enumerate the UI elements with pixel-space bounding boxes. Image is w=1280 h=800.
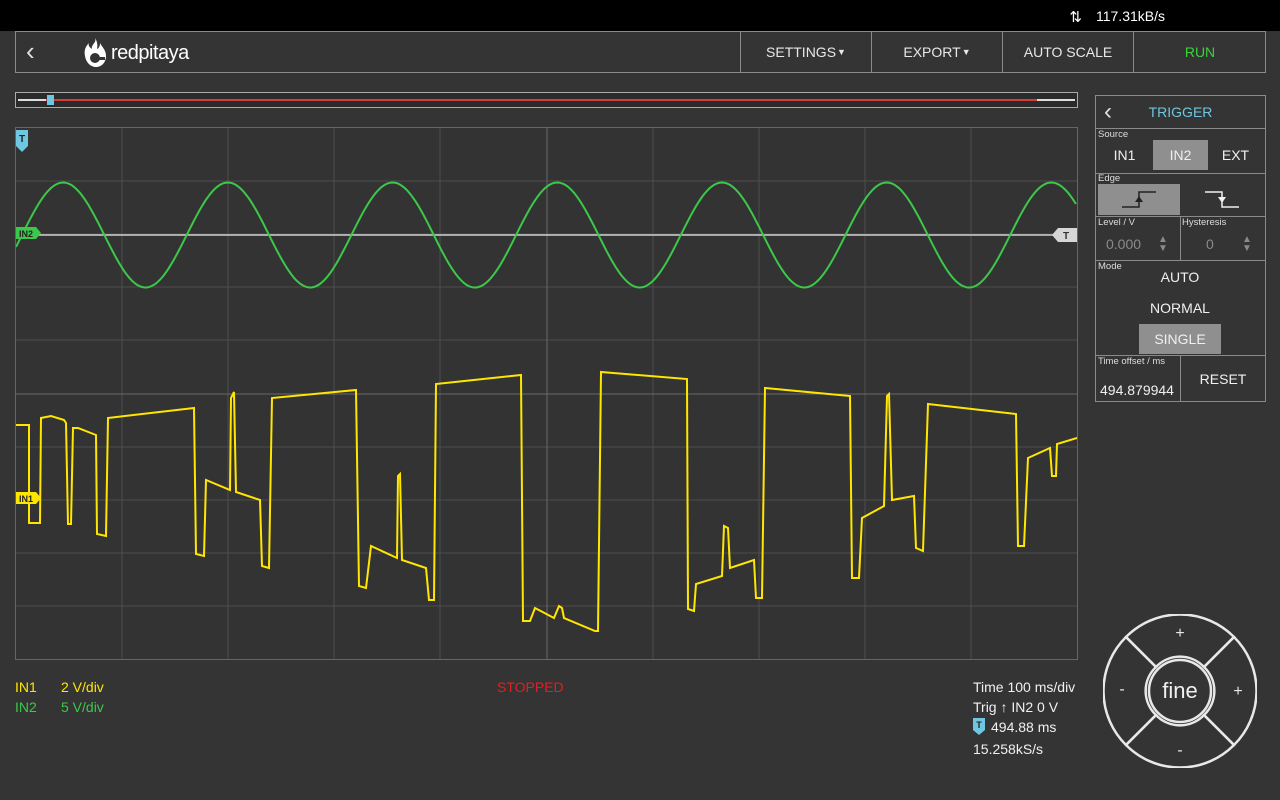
- knob-plus-right: +: [1233, 683, 1242, 700]
- trigger-time-marker-label: T: [19, 134, 25, 145]
- trigger-panel: ‹ TRIGGER Source IN1 IN2 EXT Edge Level …: [1095, 95, 1266, 402]
- mode-label: Mode: [1098, 261, 1122, 272]
- trigger-info: Trig ↑ IN2 0 V: [973, 699, 1059, 715]
- plot-grid-center: [16, 128, 1077, 659]
- trigger-offset-value: 494.88 ms: [991, 719, 1057, 735]
- fine-adjust-knob[interactable]: fine + + - -: [1103, 614, 1257, 768]
- edge-falling-button[interactable]: [1181, 184, 1263, 215]
- source-in2-button[interactable]: IN2: [1153, 140, 1208, 170]
- export-label: EXPORT: [903, 44, 961, 60]
- sample-rate: 15.258kS/s: [973, 741, 1044, 757]
- trigger-panel-title: TRIGGER: [1148, 104, 1213, 120]
- mode-normal-button[interactable]: NORMAL: [1139, 293, 1221, 323]
- run-label: RUN: [1184, 44, 1216, 60]
- network-rate: 117.31kB/s: [1095, 8, 1165, 24]
- auto-scale-label: AUTO SCALE: [1023, 44, 1113, 60]
- stepper-down-icon[interactable]: ▼: [1158, 243, 1168, 254]
- timebar-right-segment: [1037, 99, 1075, 101]
- timebar-handle[interactable]: [47, 95, 54, 105]
- in2-channel-label[interactable]: IN2: [15, 699, 37, 715]
- flame-logo-icon: [84, 38, 106, 67]
- level-stepper[interactable]: ▲ ▼: [1158, 235, 1168, 254]
- reset-button[interactable]: RESET: [1181, 356, 1265, 401]
- settings-menu-button[interactable]: SETTINGS ▼: [740, 32, 871, 72]
- falling-edge-icon: [1205, 191, 1239, 208]
- run-button[interactable]: RUN: [1133, 32, 1266, 72]
- time-position-bar[interactable]: [15, 92, 1078, 108]
- hysteresis-label: Hysteresis: [1182, 217, 1227, 228]
- in1-offset-marker[interactable]: IN1: [16, 492, 42, 506]
- chevron-left-icon: ‹: [26, 36, 35, 66]
- trigger-level-marker-label: T: [1063, 231, 1069, 242]
- trigger-panel-header: ‹ TRIGGER: [1096, 96, 1265, 129]
- time-offset-input[interactable]: 494.879944: [1100, 382, 1174, 398]
- divider: [1180, 216, 1181, 260]
- mode-auto-button[interactable]: AUTO: [1139, 262, 1221, 292]
- caret-down-icon: ▼: [961, 47, 971, 57]
- trigger-time-marker[interactable]: T: [16, 130, 30, 154]
- trigger-offset-icon: T: [973, 718, 985, 735]
- level-label: Level / V: [1098, 217, 1135, 228]
- caret-down-icon: ▼: [837, 47, 846, 57]
- in1-marker-label: IN1: [19, 494, 33, 504]
- in2-offset-marker[interactable]: IN2: [16, 227, 42, 241]
- up-down-arrows-icon: ⇅: [1069, 9, 1082, 26]
- stepper-down-icon[interactable]: ▼: [1242, 243, 1252, 254]
- svg-text:T: T: [976, 720, 982, 730]
- level-input[interactable]: 0.000: [1106, 236, 1141, 252]
- time-offset-label: Time offset / ms: [1098, 356, 1166, 367]
- knob-minus-left: -: [1119, 681, 1124, 698]
- mode-single-button[interactable]: SINGLE: [1139, 324, 1221, 354]
- edge-label: Edge: [1098, 173, 1121, 184]
- time-per-div: Time 100 ms/div: [973, 679, 1076, 695]
- plot-canvas: [16, 128, 1077, 659]
- hysteresis-input[interactable]: 0: [1206, 236, 1214, 252]
- edge-rising-button[interactable]: [1098, 184, 1180, 215]
- logo-text: redpitaya: [111, 41, 189, 64]
- header-toolbar: ‹ redpitaya SETTINGS ▼ EXPORT ▼ AUTO SCALE…: [15, 31, 1266, 73]
- status-bar: ⇅ 117.31kB/s: [0, 0, 1280, 31]
- timebar-buffer-segment: [46, 99, 1037, 101]
- export-menu-button[interactable]: EXPORT ▼: [871, 32, 1002, 72]
- in2-scale: 5 V/div: [61, 699, 104, 715]
- trigger-level-marker[interactable]: T: [1051, 228, 1077, 242]
- knob-fine-label: fine: [1162, 678, 1197, 703]
- source-ext-button[interactable]: EXT: [1208, 140, 1263, 170]
- divider: [1096, 173, 1265, 174]
- acquisition-status: STOPPED: [497, 679, 564, 695]
- knob-minus-bottom: -: [1177, 742, 1182, 759]
- in2-marker-label: IN2: [19, 229, 33, 239]
- in1-scale: 2 V/div: [61, 679, 104, 695]
- hysteresis-stepper[interactable]: ▲ ▼: [1242, 235, 1252, 254]
- back-button[interactable]: ‹: [26, 36, 35, 67]
- settings-label: SETTINGS: [766, 44, 837, 60]
- oscilloscope-plot[interactable]: T IN2 IN1 T: [15, 127, 1078, 660]
- in1-channel-label[interactable]: IN1: [15, 679, 37, 695]
- knob-plus-top: +: [1175, 625, 1184, 642]
- redpitaya-logo: redpitaya: [82, 38, 189, 68]
- auto-scale-button[interactable]: AUTO SCALE: [1002, 32, 1133, 72]
- rising-edge-icon: [1122, 191, 1156, 208]
- source-in1-button[interactable]: IN1: [1097, 140, 1152, 170]
- timebar-left-segment: [18, 99, 46, 101]
- source-label: Source: [1098, 129, 1129, 140]
